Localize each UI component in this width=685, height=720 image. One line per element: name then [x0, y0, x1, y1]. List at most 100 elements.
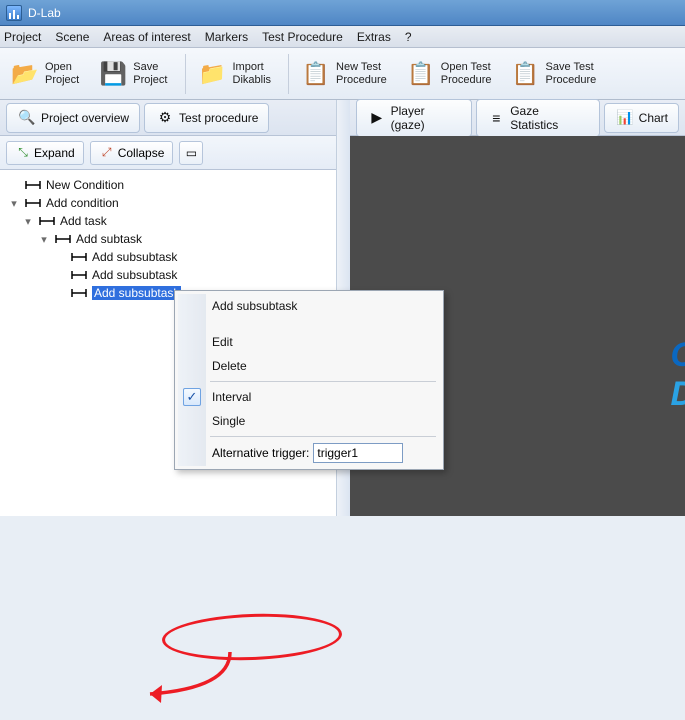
stats-icon: ≡ [487, 108, 507, 128]
interval-icon [70, 286, 88, 300]
expand-button[interactable]: ⤡ Expand [6, 141, 84, 165]
context-menu-separator [210, 436, 436, 437]
clipboard-new-icon: 📋 [300, 58, 332, 90]
interval-icon [54, 232, 72, 246]
save-test-procedure-label: Save TestProcedure [546, 61, 597, 85]
tree-node-label: Add task [60, 214, 107, 228]
tree-extra-button[interactable]: ▭ [179, 141, 203, 165]
tree-node[interactable]: ▾ Add subtask [4, 230, 345, 248]
open-project-label: OpenProject [45, 61, 79, 85]
menu--[interactable]: ? [405, 30, 412, 44]
tree-node-label: Add subsubtask [92, 286, 181, 300]
menu-markers[interactable]: Markers [205, 30, 248, 44]
tree-node-label: Add subtask [76, 232, 142, 246]
folder-open-icon: 📂 [9, 58, 41, 90]
ctx-item-label: Single [212, 414, 245, 428]
interval-icon [38, 214, 56, 228]
app-title: D-Lab [28, 6, 61, 20]
ctx-item-label: Edit [212, 335, 233, 349]
tree-toolbar: ⤡ Expand ⤢ Collapse ▭ [0, 136, 349, 170]
menu-project[interactable]: Project [4, 30, 41, 44]
menubar: Project Scene Areas of interest Markers Test… [0, 26, 685, 48]
left-tabstrip: 🔍Project overview ⚙ Test procedure [0, 100, 349, 136]
tree-twisty[interactable]: ▾ [8, 197, 20, 210]
open-test-procedure-button[interactable]: 📋Open TestProcedure [402, 52, 501, 96]
ctx-item-label: Delete [212, 359, 247, 373]
ctx-single[interactable]: Single [178, 409, 440, 433]
interval-icon [24, 178, 42, 192]
ctx-alternative-trigger-row: Alternative trigger: [178, 440, 440, 466]
tab-project-overview-label: Project overview [41, 111, 129, 125]
play-icon: ▶ [367, 108, 387, 128]
main-toolbar: 📂OpenProject💾SaveProject📁ImportDikablis📋… [0, 48, 685, 100]
titlebar: D-Lab [0, 0, 685, 26]
ctx-add-subsubtask[interactable]: Add subsubtask [178, 294, 440, 318]
save-test-procedure-button[interactable]: 📋Save TestProcedure [507, 52, 606, 96]
gear-doc-icon: ⚙ [155, 108, 175, 128]
alternative-trigger-label: Alternative trigger: [212, 446, 309, 460]
collapse-label: Collapse [118, 146, 165, 160]
app-icon [6, 5, 22, 21]
tree-twisty[interactable]: ▾ [38, 233, 50, 246]
interval-icon [70, 268, 88, 282]
ctx-item-label: Interval [212, 390, 251, 404]
tab-player-gaze-label: Player (gaze) [391, 104, 461, 132]
chart-icon: 📊 [615, 108, 635, 128]
menu-extras[interactable]: Extras [357, 30, 391, 44]
ctx-edit[interactable]: Edit [178, 330, 440, 354]
tab-gaze-statistics-label: Gaze Statistics [510, 104, 588, 132]
ctx-item-label: Add subsubtask [212, 299, 297, 313]
open-project-button[interactable]: 📂OpenProject [6, 52, 88, 96]
interval-icon [70, 250, 88, 264]
toolbar-separator [288, 54, 289, 94]
tree-node[interactable]: ▸New Condition [4, 176, 345, 194]
save-project-button[interactable]: 💾SaveProject [94, 52, 176, 96]
new-test-procedure-label: New TestProcedure [336, 61, 387, 85]
annotation-arrow [120, 640, 260, 720]
annotation-circle [161, 611, 342, 663]
menu-test-procedure[interactable]: Test Procedure [262, 30, 343, 44]
tab-gaze-statistics[interactable]: ≡Gaze Statistics [476, 99, 600, 137]
open-test-procedure-label: Open TestProcedure [441, 61, 492, 85]
interval-icon [24, 196, 42, 210]
tree-node[interactable]: ▾ Add task [4, 212, 345, 230]
doc-icon: ▭ [186, 145, 197, 161]
brand-text: CD [670, 336, 685, 414]
alternative-trigger-input[interactable] [313, 443, 403, 463]
ctx-interval[interactable]: ✓ Interval [178, 385, 440, 409]
expand-label: Expand [34, 146, 75, 160]
tab-project-overview[interactable]: 🔍Project overview [6, 103, 140, 133]
tab-chart[interactable]: 📊 Chart [604, 103, 679, 133]
tab-chart-label: Chart [639, 111, 668, 125]
context-menu-separator [210, 381, 436, 382]
collapse-button[interactable]: ⤢ Collapse [90, 141, 174, 165]
tree-node-label: New Condition [46, 178, 124, 192]
tree-node-label: Add subsubtask [92, 268, 177, 282]
tree-node-label: Add condition [46, 196, 119, 210]
context-menu: Add subsubtask Edit Delete ✓ Interval Single A… [174, 290, 444, 470]
clipboard-open-icon: 📋 [405, 58, 437, 90]
toolbar-separator [185, 54, 186, 94]
folder-import-icon: 📁 [197, 58, 229, 90]
tab-test-procedure-label: Test procedure [179, 111, 258, 125]
tab-test-procedure[interactable]: ⚙ Test procedure [144, 103, 269, 133]
import-dikablis-button[interactable]: 📁ImportDikablis [194, 52, 281, 96]
menu-areas-of-interest[interactable]: Areas of interest [103, 30, 190, 44]
menu-scene[interactable]: Scene [55, 30, 89, 44]
tree-node[interactable]: ▾ Add condition [4, 194, 345, 212]
tab-player-gaze[interactable]: ▶Player (gaze) [356, 99, 472, 137]
tree-node-label: Add subsubtask [92, 250, 177, 264]
tree-node[interactable]: ▸Add subsubtask [4, 248, 345, 266]
expand-icon: ⤡ [15, 145, 31, 161]
ctx-delete[interactable]: Delete [178, 354, 440, 378]
check-icon: ✓ [183, 388, 201, 406]
right-tabstrip: ▶Player (gaze)≡Gaze Statistics📊Chart [350, 100, 685, 136]
tree-node[interactable]: ▸Add subsubtask [4, 266, 345, 284]
save-project-label: SaveProject [133, 61, 167, 85]
collapse-icon: ⤢ [99, 145, 115, 161]
tree-twisty[interactable]: ▾ [22, 215, 34, 228]
import-dikablis-label: ImportDikablis [233, 61, 272, 85]
new-test-procedure-button[interactable]: 📋New TestProcedure [297, 52, 396, 96]
floppy-icon: 💾 [97, 58, 129, 90]
clipboard-save-icon: 📋 [510, 58, 542, 90]
